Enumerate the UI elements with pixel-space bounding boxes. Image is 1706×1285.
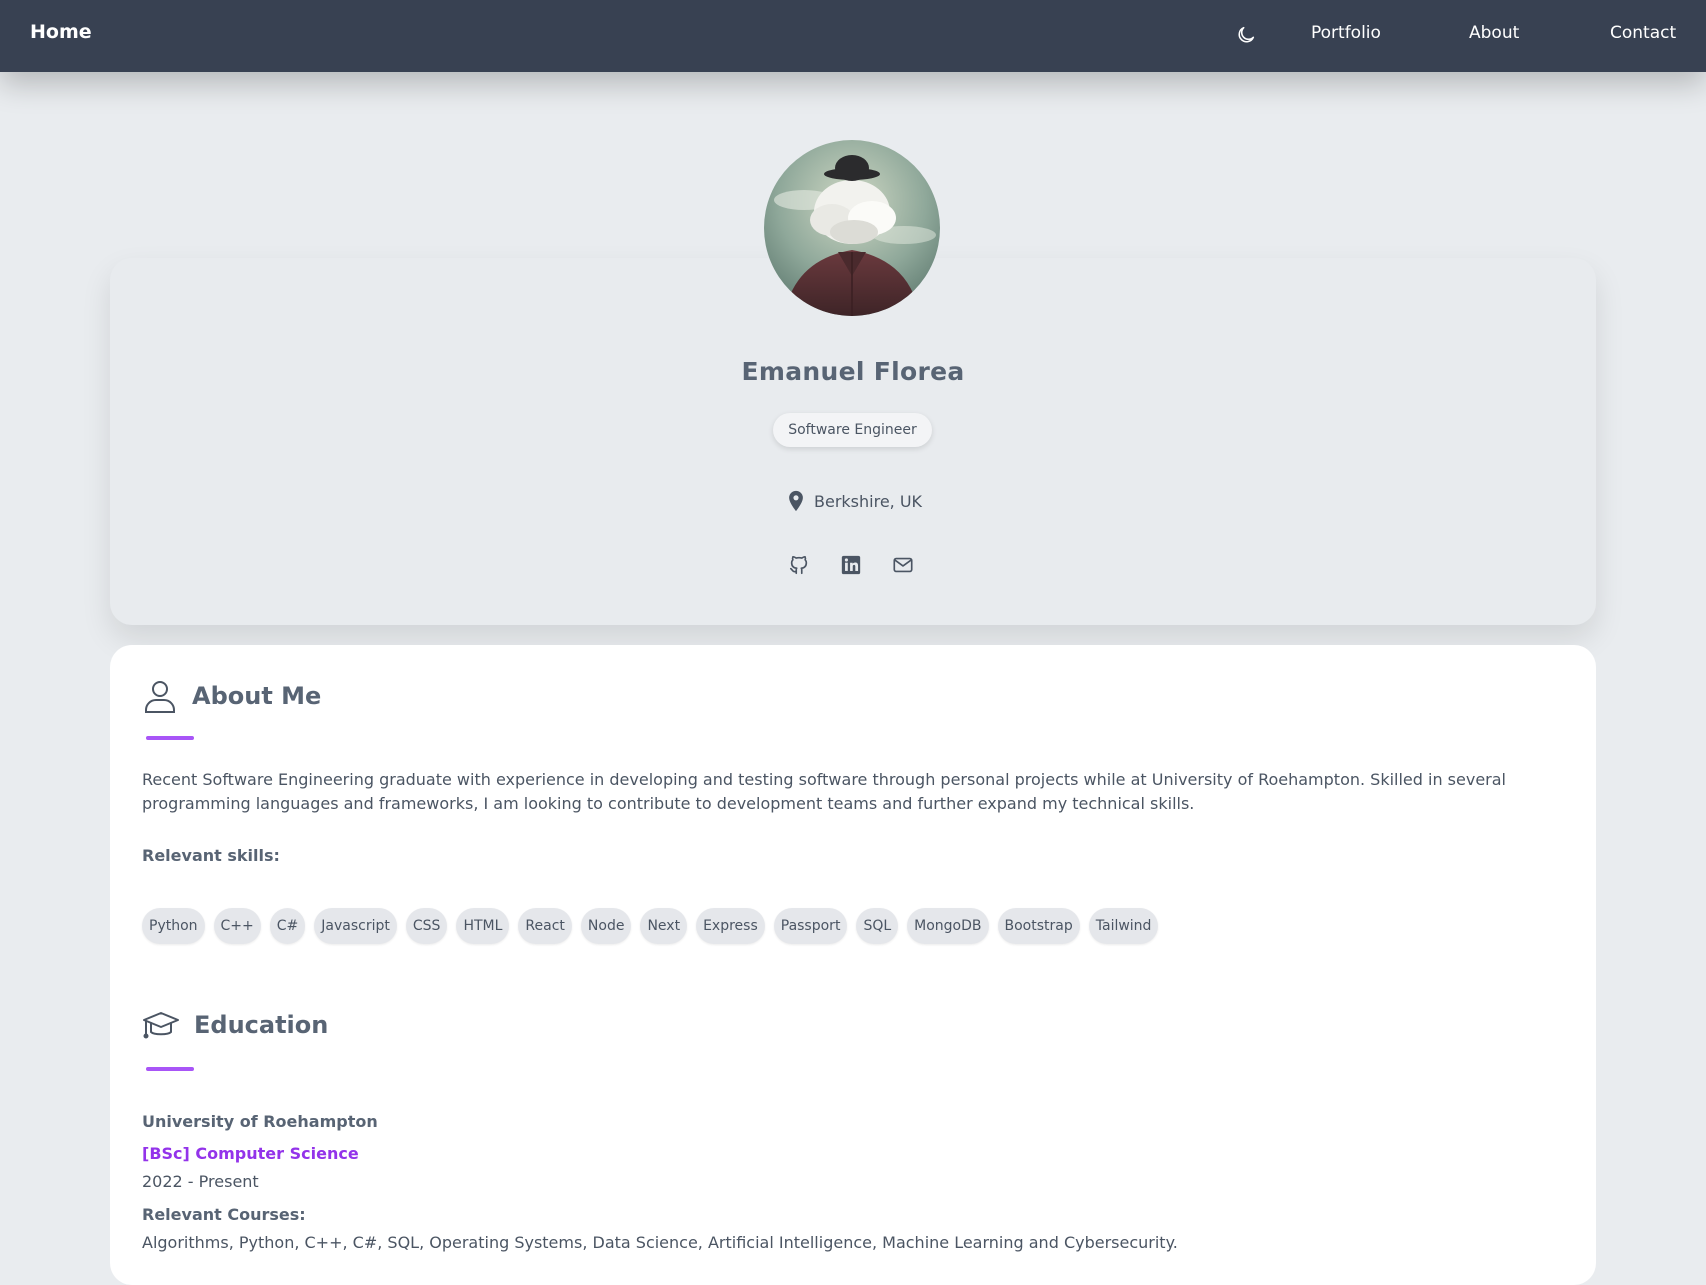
education-degree: [BSc] Computer Science bbox=[142, 1144, 359, 1163]
about-text: Recent Software Engineering graduate wit… bbox=[142, 770, 1506, 813]
role-badge: Software Engineer bbox=[773, 413, 932, 447]
profile-name: Emanuel Florea bbox=[741, 357, 965, 386]
skill-tag: MongoDB bbox=[907, 908, 989, 944]
skill-tag: C++ bbox=[213, 908, 261, 944]
user-icon bbox=[142, 678, 178, 714]
content-card bbox=[110, 645, 1596, 1285]
education-accent-bar bbox=[146, 1067, 194, 1071]
skill-tag: Javascript bbox=[314, 908, 397, 944]
nav-about-link[interactable]: About bbox=[1469, 23, 1519, 43]
skill-tag: React bbox=[518, 908, 572, 944]
education-dates: 2022 - Present bbox=[142, 1172, 259, 1191]
location-text: Berkshire, UK bbox=[814, 491, 923, 511]
skill-tag: C# bbox=[269, 908, 306, 944]
education-heading: Education bbox=[194, 1011, 329, 1039]
skill-tag: Node bbox=[580, 908, 632, 944]
skill-tag: HTML bbox=[456, 908, 510, 944]
skill-tag: Express bbox=[696, 908, 765, 944]
courses-list: Algorithms, Python, C++, C#, SQL, Operat… bbox=[142, 1233, 1178, 1252]
nav-portfolio-link[interactable]: Portfolio bbox=[1311, 23, 1381, 43]
linkedin-icon[interactable] bbox=[840, 554, 862, 576]
education-section-header: Education bbox=[142, 1008, 328, 1042]
skill-tag: Next bbox=[640, 908, 688, 944]
courses-label: Relevant Courses: bbox=[142, 1205, 306, 1224]
skill-tag: Python bbox=[142, 908, 205, 944]
top-navbar: Home Portfolio About Contact bbox=[0, 0, 1706, 72]
graduation-cap-icon bbox=[142, 1008, 180, 1042]
skill-tag: Tailwind bbox=[1088, 908, 1159, 944]
location: Berkshire, UK bbox=[786, 488, 922, 514]
about-heading: About Me bbox=[192, 682, 322, 710]
moon-icon[interactable] bbox=[1235, 24, 1257, 46]
about-accent-bar bbox=[146, 736, 194, 740]
social-links bbox=[788, 554, 914, 576]
skill-tag: Bootstrap bbox=[997, 908, 1080, 944]
map-pin-icon bbox=[786, 490, 806, 512]
skills-list: Python C++ C# Javascript CSS HTML React … bbox=[142, 908, 1159, 944]
skills-label: Relevant skills: bbox=[142, 846, 280, 865]
about-section-header: About Me bbox=[142, 678, 321, 714]
nav-contact-link[interactable]: Contact bbox=[1610, 23, 1676, 43]
github-icon[interactable] bbox=[788, 554, 810, 576]
email-icon[interactable] bbox=[892, 554, 914, 576]
home-link[interactable]: Home bbox=[30, 21, 92, 43]
skill-tag: SQL bbox=[856, 908, 899, 944]
skill-tag: CSS bbox=[405, 908, 448, 944]
skill-tag: Passport bbox=[773, 908, 848, 944]
education-school: University of Roehampton bbox=[142, 1112, 378, 1131]
avatar bbox=[764, 140, 940, 316]
